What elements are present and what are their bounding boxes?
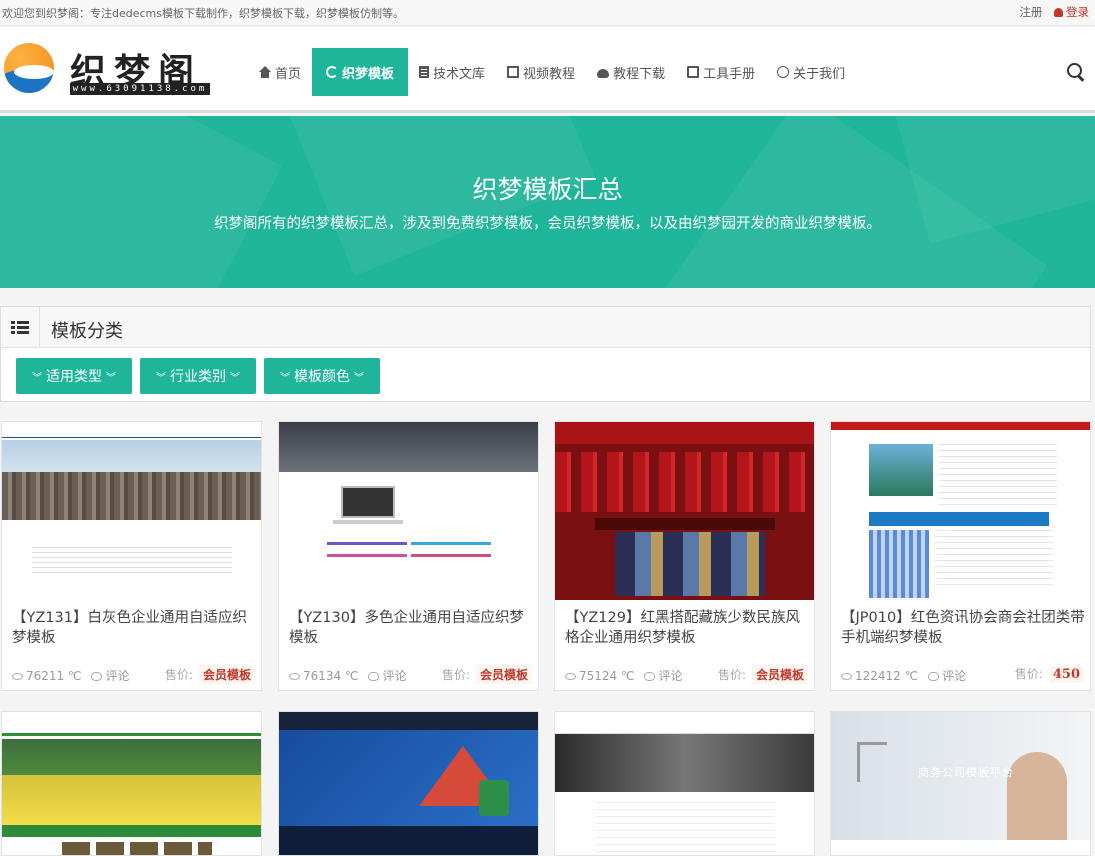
template-title[interactable]: 【JP010】红色资讯协会商会社团类带手机端织梦模板	[841, 608, 1085, 648]
price-badge: 会员模板	[198, 665, 255, 684]
thumbnail-heading: 商务公司模板平台	[918, 766, 1014, 779]
template-meta: 122412 ℃ 评论 售价: 450	[841, 666, 1084, 684]
template-meta: 75124 ℃ 评论 售价: 会员模板	[565, 665, 808, 684]
comment-icon	[928, 672, 940, 681]
view-count: 122412 ℃	[855, 669, 919, 683]
view-count: 75124 ℃	[579, 669, 635, 683]
template-thumbnail[interactable]: 商务公司模板平台	[831, 712, 1090, 855]
price-badge: 450	[1048, 666, 1084, 683]
home-icon	[259, 66, 271, 78]
view-count: 76211 ℃	[26, 669, 82, 683]
template-title[interactable]: 【YZ131】白灰色企业通用自适应织梦模板	[12, 608, 256, 648]
cloud-download-icon	[597, 68, 610, 78]
template-card[interactable]: 【JP010】红色资讯协会商会社团类带手机端织梦模板 122412 ℃ 评论 售价…	[830, 421, 1091, 691]
document-icon	[419, 66, 430, 78]
double-chevron-down-icon: ︾	[106, 372, 116, 384]
banner-title: 织梦模板汇总	[472, 175, 623, 204]
film-icon	[507, 66, 520, 78]
category-title: 模板分类	[51, 321, 123, 342]
category-header: 模板分类	[1, 307, 1090, 348]
site-header: 织梦阁 www.63091138.com 首页 织梦模板 技术文库 视频教程 教…	[0, 27, 1095, 113]
nav-item-videos[interactable]: 视频教程	[496, 48, 586, 96]
template-title[interactable]: 【YZ129】红黑搭配藏族少数民族风格企业通用织梦模板	[565, 608, 809, 648]
double-chevron-down-icon: ︾	[354, 372, 364, 384]
user-icon	[1054, 8, 1063, 17]
comment-link[interactable]: 评论	[382, 669, 406, 683]
template-card[interactable]	[278, 711, 539, 856]
template-card[interactable]	[554, 711, 815, 856]
comment-link[interactable]: 评论	[942, 669, 966, 683]
logo-domain: www.63091138.com	[70, 83, 210, 95]
double-chevron-down-icon: ︾	[32, 372, 42, 384]
smile-icon	[777, 66, 790, 78]
template-card[interactable]: 【YZ130】多色企业通用自适应织梦模板 76134 ℃ 评论 售价: 会员模板	[278, 421, 539, 691]
login-label: 登录	[1066, 5, 1089, 19]
template-thumbnail[interactable]	[555, 712, 814, 855]
template-meta: 76134 ℃ 评论 售价: 会员模板	[289, 665, 532, 684]
comment-icon	[368, 672, 380, 681]
register-link[interactable]: 注册	[1019, 5, 1042, 19]
book-icon	[687, 66, 700, 78]
double-chevron-down-icon: ︾	[280, 372, 290, 384]
eye-icon	[289, 673, 300, 680]
hero-banner: 织梦模板汇总 织梦阁所有的织梦模板汇总，涉及到免费织梦模板，会员织梦模板，以及由…	[0, 116, 1095, 288]
nav-item-downloads[interactable]: 教程下载	[586, 48, 676, 96]
banner-description: 织梦阁所有的织梦模板汇总，涉及到免费织梦模板，会员织梦模板，以及由织梦园开发的商…	[214, 216, 881, 232]
template-meta: 76211 ℃ 评论 售价: 会员模板	[12, 665, 255, 684]
logo-emblem-icon	[4, 43, 54, 93]
view-count: 76134 ℃	[303, 669, 359, 683]
eye-icon	[565, 673, 576, 680]
price-badge: 会员模板	[475, 665, 532, 684]
filter-type-button[interactable]: ︾ 适用类型 ︾	[16, 358, 132, 394]
template-thumbnail[interactable]	[2, 422, 261, 600]
filter-industry-button[interactable]: ︾ 行业类别 ︾	[140, 358, 256, 394]
template-card[interactable]: 【YZ131】白灰色企业通用自适应织梦模板 76211 ℃ 评论 售价: 会员模板	[1, 421, 262, 691]
account-links: 注册 登录	[1019, 4, 1089, 20]
nav-item-about[interactable]: 关于我们	[766, 48, 856, 96]
double-chevron-down-icon: ︾	[230, 372, 240, 384]
price-label: 售价:	[441, 668, 470, 682]
comment-link[interactable]: 评论	[658, 669, 682, 683]
top-bar: 欢迎您到织梦阁：专注dedecms模板下载制作，织梦模板下载，织梦模板仿制等。 …	[0, 0, 1095, 26]
welcome-text: 欢迎您到织梦阁：专注dedecms模板下载制作，织梦模板下载，织梦模板仿制等。	[2, 7, 404, 20]
eye-icon	[841, 673, 852, 680]
template-thumbnail[interactable]	[279, 712, 538, 855]
comment-icon	[91, 672, 103, 681]
login-link[interactable]: 登录	[1054, 5, 1089, 19]
double-chevron-down-icon: ︾	[156, 372, 166, 384]
main-nav: 首页 织梦模板 技术文库 视频教程 教程下载 工具手册 关于我们	[248, 48, 856, 96]
comment-link[interactable]: 评论	[105, 669, 129, 683]
price-badge: 会员模板	[751, 665, 808, 684]
price-label: 售价:	[164, 668, 193, 682]
eye-icon	[12, 673, 23, 680]
price-label: 售价:	[1014, 667, 1043, 681]
template-thumbnail[interactable]	[279, 422, 538, 600]
category-panel: 模板分类 ︾ 适用类型 ︾ ︾ 行业类别 ︾ ︾ 模板颜色 ︾	[0, 306, 1091, 402]
price-label: 售价:	[717, 668, 746, 682]
template-title[interactable]: 【YZ130】多色企业通用自适应织梦模板	[289, 608, 533, 648]
site-logo[interactable]: 织梦阁 www.63091138.com	[2, 39, 212, 99]
nav-item-library[interactable]: 技术文库	[408, 48, 496, 96]
filter-color-button[interactable]: ︾ 模板颜色 ︾	[264, 358, 380, 394]
template-card[interactable]: 【YZ129】红黑搭配藏族少数民族风格企业通用织梦模板 75124 ℃ 评论 售价…	[554, 421, 815, 691]
template-card[interactable]: 商务公司模板平台	[830, 711, 1091, 856]
nav-item-manuals[interactable]: 工具手册	[676, 48, 766, 96]
nav-item-templates[interactable]: 织梦模板	[312, 48, 409, 96]
comment-icon	[644, 672, 656, 681]
refresh-icon	[326, 66, 339, 78]
template-thumbnail[interactable]	[831, 422, 1090, 600]
search-icon[interactable]	[1067, 63, 1085, 81]
filter-buttons: ︾ 适用类型 ︾ ︾ 行业类别 ︾ ︾ 模板颜色 ︾	[16, 358, 380, 394]
nav-item-home[interactable]: 首页	[248, 48, 312, 96]
template-thumbnail[interactable]	[2, 712, 261, 855]
template-card[interactable]	[1, 711, 262, 856]
template-thumbnail[interactable]	[555, 422, 814, 600]
list-icon	[11, 321, 31, 335]
